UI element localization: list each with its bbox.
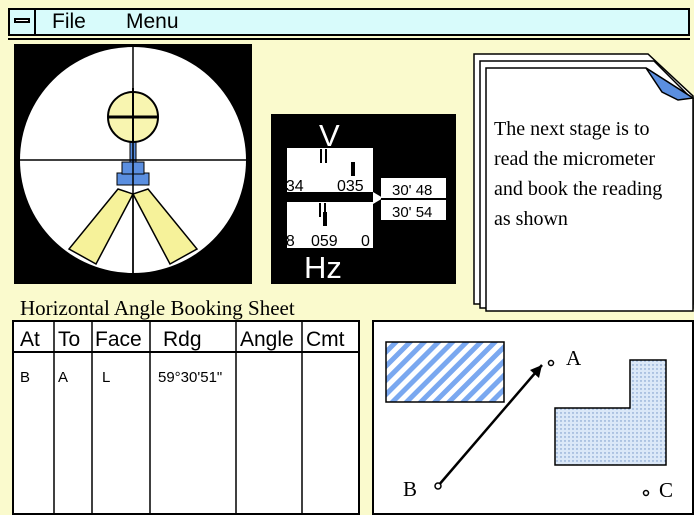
cell-at: B xyxy=(20,369,30,386)
menu-file[interactable]: File xyxy=(52,11,86,33)
column-header-at: At xyxy=(20,328,40,351)
station-a-marker xyxy=(547,359,555,367)
cell-face: L xyxy=(102,369,110,386)
l-shaped-building xyxy=(554,359,667,466)
booking-sheet-title: Horizontal Angle Booking Sheet xyxy=(20,296,295,320)
horizontal-scale-left: 58 xyxy=(277,233,295,250)
reading-bottom: 30' 54 xyxy=(392,204,432,221)
reading-top: 30' 48 xyxy=(392,182,432,199)
horizontal-scale-mid: 059 xyxy=(311,233,338,250)
point-a-label: A xyxy=(566,346,582,370)
vertical-scale-right: 035 xyxy=(337,178,364,195)
menu-divider xyxy=(8,38,690,40)
menu-bar: File Menu xyxy=(8,8,690,36)
horizontal-label: Hz xyxy=(304,250,342,284)
column-header-cmt: Cmt xyxy=(306,328,345,351)
hatched-building xyxy=(385,341,505,403)
point-c-label: C xyxy=(659,478,673,502)
cell-rdg: 59°30'51" xyxy=(158,369,222,386)
vertical-scale-left: 034 xyxy=(277,178,304,195)
column-header-angle: Angle xyxy=(240,328,294,351)
menu-menu[interactable]: Menu xyxy=(126,11,179,33)
station-c-marker xyxy=(642,489,650,497)
booking-sheet-table: At To Face Rdg Angle Cmt B A L 59°30'51" xyxy=(12,320,360,515)
site-plan-graphic: A B C xyxy=(385,341,673,502)
vertical-index-left xyxy=(320,149,322,163)
instruction-text: The next stage is to read the micrometer… xyxy=(494,118,663,230)
column-header-face: Face xyxy=(95,328,142,351)
cell-to: A xyxy=(58,369,68,386)
point-b-label: B xyxy=(403,477,417,501)
vertical-graduation xyxy=(351,162,355,176)
horizontal-index-left xyxy=(319,203,321,217)
micrometer-reader: V 034 035 58 059 0 30' 48 30' 54 Hz xyxy=(271,114,456,285)
vertical-index-right xyxy=(325,149,327,163)
station-b-marker xyxy=(434,482,442,490)
telescope-view-graphic xyxy=(20,47,246,273)
column-header-rdg: Rdg xyxy=(163,328,202,351)
telescope-view xyxy=(14,44,252,284)
horizontal-scale-right: 0 xyxy=(361,233,370,250)
vertical-label: V xyxy=(319,118,340,153)
minimize-icon xyxy=(14,18,30,23)
micrometer-graphic: V 034 035 58 059 0 30' 48 30' 54 Hz xyxy=(277,118,446,285)
system-menu-button[interactable] xyxy=(10,10,36,34)
horizontal-graduation xyxy=(323,212,327,226)
column-header-to: To xyxy=(58,328,80,351)
